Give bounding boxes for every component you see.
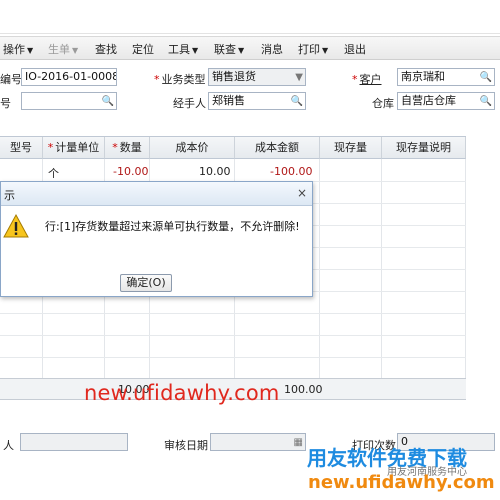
cell-unit[interactable]: 个 bbox=[48, 165, 59, 181]
doc-no-field[interactable]: IO-2016-01-0008 bbox=[21, 68, 117, 86]
col-header-cost-amount[interactable]: 成本金额 bbox=[235, 137, 320, 159]
warning-icon bbox=[3, 213, 29, 238]
dialog-titlebar[interactable]: 示 × bbox=[1, 182, 312, 206]
watermark-url: new.ufidawhy.com bbox=[84, 381, 280, 405]
warehouse-label: 仓库 bbox=[372, 97, 394, 110]
search-icon[interactable]: 🔍 bbox=[102, 94, 114, 109]
cell-cost-price[interactable]: 10.00 bbox=[199, 165, 231, 178]
search-icon[interactable]: 🔍 bbox=[480, 70, 492, 85]
handler-label: 经手人 bbox=[173, 97, 206, 110]
doc-no-label: 编号 bbox=[0, 73, 22, 86]
toolbar: 操作 ▼ 生单 ▼ 查找 定位 工具 ▼ 联查 ▼ 消息 打印 ▼ 退出 bbox=[0, 36, 500, 60]
window-title-area bbox=[0, 0, 500, 34]
chevron-down-icon: ▼ bbox=[192, 46, 199, 55]
menu-operation[interactable]: 操作 ▼ bbox=[3, 41, 33, 57]
warehouse-field[interactable]: 自营店仓库 🔍 bbox=[397, 92, 495, 110]
row2-field[interactable]: 🔍 bbox=[21, 92, 117, 110]
col-header-qty[interactable]: * 数量 bbox=[105, 137, 150, 159]
chevron-down-icon: ▼ bbox=[322, 46, 329, 55]
calendar-icon[interactable]: ▦ bbox=[294, 435, 303, 450]
cell-cost-amount[interactable]: -100.00 bbox=[270, 165, 312, 178]
exit-button[interactable]: 退出 bbox=[344, 41, 366, 57]
find-button[interactable]: 查找 bbox=[95, 41, 117, 57]
audit-date-label: 审核日期 bbox=[164, 439, 208, 452]
watermark-url-orange: new.ufidawhy.com bbox=[308, 472, 495, 493]
biz-type-select[interactable]: 销售退货 ▼ bbox=[208, 68, 306, 86]
locate-button[interactable]: 定位 bbox=[132, 41, 154, 57]
handler-field[interactable]: 郑销售 🔍 bbox=[208, 92, 306, 110]
customer-label: * 客户 bbox=[352, 73, 382, 86]
search-icon[interactable]: 🔍 bbox=[480, 94, 492, 109]
close-icon[interactable]: × bbox=[297, 186, 307, 200]
maker-label: 人 bbox=[3, 439, 14, 452]
menu-generate[interactable]: 生单 ▼ bbox=[48, 41, 78, 57]
col-header-cost-price[interactable]: 成本价 bbox=[150, 137, 235, 159]
ok-button[interactable]: 确定(O) bbox=[120, 274, 172, 292]
chevron-down-icon: ▼ bbox=[238, 46, 245, 55]
audit-date-field[interactable]: ▦ bbox=[210, 433, 306, 451]
customer-field[interactable]: 南京瑞和 🔍 bbox=[397, 68, 495, 86]
col-header-stock-note[interactable]: 现存量说明 bbox=[382, 137, 466, 159]
chevron-down-icon: ▼ bbox=[295, 72, 303, 83]
col-header-stock[interactable]: 现存量 bbox=[320, 137, 382, 159]
search-icon[interactable]: 🔍 bbox=[291, 94, 303, 109]
dialog-title: 示 bbox=[4, 189, 15, 202]
warning-dialog: 示 × 行:[1]存货数量超过来源单可执行数量，不允许删除! 确定(O) bbox=[0, 181, 313, 297]
row2-label: 号 bbox=[0, 97, 11, 110]
dialog-message: 行:[1]存货数量超过来源单可执行数量，不允许删除! bbox=[45, 220, 300, 233]
message-button[interactable]: 消息 bbox=[261, 41, 283, 57]
biz-type-label: * 业务类型 bbox=[154, 73, 206, 86]
cell-qty[interactable]: -10.00 bbox=[113, 165, 148, 178]
total-amount: 100.00 bbox=[284, 383, 323, 396]
menu-tools[interactable]: 工具 ▼ bbox=[168, 41, 198, 57]
col-header-unit[interactable]: * 计量单位 bbox=[43, 137, 105, 159]
col-header-model[interactable]: 型号 bbox=[0, 137, 43, 159]
menu-print[interactable]: 打印 ▼ bbox=[298, 41, 328, 57]
maker-field bbox=[20, 433, 128, 451]
menu-linked-query[interactable]: 联查 ▼ bbox=[214, 41, 244, 57]
chevron-down-icon: ▼ bbox=[72, 46, 79, 55]
chevron-down-icon: ▼ bbox=[27, 46, 34, 55]
